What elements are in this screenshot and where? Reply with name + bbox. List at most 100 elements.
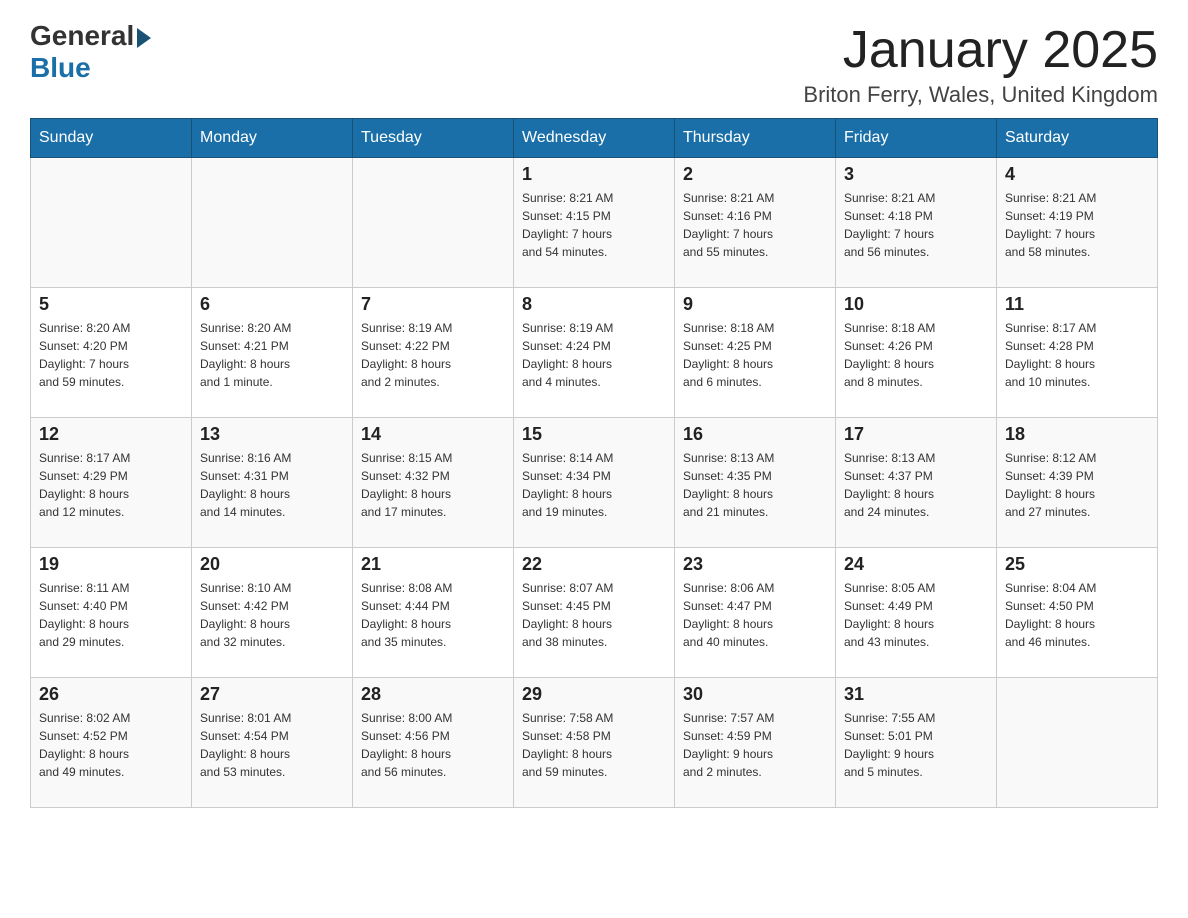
day-info: Sunrise: 8:21 AM Sunset: 4:15 PM Dayligh… — [522, 189, 666, 261]
calendar-cell: 17 Sunrise: 8:13 AM Sunset: 4:37 PM Dayli… — [836, 418, 997, 548]
calendar-cell: 11 Sunrise: 8:17 AM Sunset: 4:28 PM Dayli… — [997, 288, 1158, 418]
calendar-header: SundayMondayTuesdayWednesdayThursdayFrid… — [31, 119, 1158, 158]
calendar-cell: 20 Sunrise: 8:10 AM Sunset: 4:42 PM Dayli… — [192, 548, 353, 678]
day-number: 26 — [39, 684, 183, 705]
day-info: Sunrise: 8:10 AM Sunset: 4:42 PM Dayligh… — [200, 579, 344, 651]
day-number: 13 — [200, 424, 344, 445]
day-number: 11 — [1005, 294, 1149, 315]
day-info: Sunrise: 8:17 AM Sunset: 4:29 PM Dayligh… — [39, 449, 183, 521]
day-number: 23 — [683, 554, 827, 575]
logo: General Blue — [30, 20, 151, 84]
day-number: 16 — [683, 424, 827, 445]
calendar-body: 1Sunrise: 8:21 AM Sunset: 4:15 PM Daylig… — [31, 158, 1158, 808]
day-number: 3 — [844, 164, 988, 185]
day-info: Sunrise: 7:58 AM Sunset: 4:58 PM Dayligh… — [522, 709, 666, 781]
day-number: 18 — [1005, 424, 1149, 445]
day-info: Sunrise: 8:18 AM Sunset: 4:26 PM Dayligh… — [844, 319, 988, 391]
calendar-cell: 24 Sunrise: 8:05 AM Sunset: 4:49 PM Dayli… — [836, 548, 997, 678]
header-day-friday: Friday — [836, 119, 997, 158]
calendar-cell: 19 Sunrise: 8:11 AM Sunset: 4:40 PM Dayli… — [31, 548, 192, 678]
day-info: Sunrise: 8:19 AM Sunset: 4:22 PM Dayligh… — [361, 319, 505, 391]
calendar-cell — [353, 158, 514, 288]
calendar-cell: 4 Sunrise: 8:21 AM Sunset: 4:19 PM Daylig… — [997, 158, 1158, 288]
day-info: Sunrise: 8:14 AM Sunset: 4:34 PM Dayligh… — [522, 449, 666, 521]
calendar-cell: 21 Sunrise: 8:08 AM Sunset: 4:44 PM Dayli… — [353, 548, 514, 678]
calendar-cell: 18Sunrise: 8:12 AM Sunset: 4:39 PM Dayli… — [997, 418, 1158, 548]
calendar-cell: 1Sunrise: 8:21 AM Sunset: 4:15 PM Daylig… — [514, 158, 675, 288]
day-info: Sunrise: 8:21 AM Sunset: 4:18 PM Dayligh… — [844, 189, 988, 261]
day-number: 21 — [361, 554, 505, 575]
calendar-cell: 23 Sunrise: 8:06 AM Sunset: 4:47 PM Dayli… — [675, 548, 836, 678]
calendar-week-4: 19 Sunrise: 8:11 AM Sunset: 4:40 PM Dayli… — [31, 548, 1158, 678]
day-info: Sunrise: 8:21 AM Sunset: 4:19 PM Dayligh… — [1005, 189, 1149, 261]
day-number: 15 — [522, 424, 666, 445]
day-info: Sunrise: 8:07 AM Sunset: 4:45 PM Dayligh… — [522, 579, 666, 651]
day-number: 22 — [522, 554, 666, 575]
day-info: Sunrise: 8:08 AM Sunset: 4:44 PM Dayligh… — [361, 579, 505, 651]
calendar-cell: 31 Sunrise: 7:55 AM Sunset: 5:01 PM Dayli… — [836, 678, 997, 808]
calendar-cell: 30Sunrise: 7:57 AM Sunset: 4:59 PM Dayli… — [675, 678, 836, 808]
calendar-cell: 12Sunrise: 8:17 AM Sunset: 4:29 PM Dayli… — [31, 418, 192, 548]
day-info: Sunrise: 8:13 AM Sunset: 4:35 PM Dayligh… — [683, 449, 827, 521]
day-number: 4 — [1005, 164, 1149, 185]
day-info: Sunrise: 8:17 AM Sunset: 4:28 PM Dayligh… — [1005, 319, 1149, 391]
calendar-cell: 29 Sunrise: 7:58 AM Sunset: 4:58 PM Dayli… — [514, 678, 675, 808]
title-section: January 2025 Briton Ferry, Wales, United… — [803, 20, 1158, 108]
day-number: 7 — [361, 294, 505, 315]
day-number: 2 — [683, 164, 827, 185]
header-day-sunday: Sunday — [31, 119, 192, 158]
calendar-cell: 28Sunrise: 8:00 AM Sunset: 4:56 PM Dayli… — [353, 678, 514, 808]
calendar-cell: 13 Sunrise: 8:16 AM Sunset: 4:31 PM Dayli… — [192, 418, 353, 548]
day-number: 31 — [844, 684, 988, 705]
day-info: Sunrise: 8:04 AM Sunset: 4:50 PM Dayligh… — [1005, 579, 1149, 651]
calendar-cell: 8Sunrise: 8:19 AM Sunset: 4:24 PM Daylig… — [514, 288, 675, 418]
calendar-week-2: 5Sunrise: 8:20 AM Sunset: 4:20 PM Daylig… — [31, 288, 1158, 418]
calendar-week-1: 1Sunrise: 8:21 AM Sunset: 4:15 PM Daylig… — [31, 158, 1158, 288]
day-number: 27 — [200, 684, 344, 705]
day-info: Sunrise: 8:21 AM Sunset: 4:16 PM Dayligh… — [683, 189, 827, 261]
calendar-cell: 5Sunrise: 8:20 AM Sunset: 4:20 PM Daylig… — [31, 288, 192, 418]
day-info: Sunrise: 8:16 AM Sunset: 4:31 PM Dayligh… — [200, 449, 344, 521]
day-number: 8 — [522, 294, 666, 315]
calendar-cell — [192, 158, 353, 288]
day-number: 5 — [39, 294, 183, 315]
calendar-cell: 16 Sunrise: 8:13 AM Sunset: 4:35 PM Dayli… — [675, 418, 836, 548]
calendar-cell: 15 Sunrise: 8:14 AM Sunset: 4:34 PM Dayli… — [514, 418, 675, 548]
day-number: 29 — [522, 684, 666, 705]
calendar-cell — [31, 158, 192, 288]
calendar-cell: 10Sunrise: 8:18 AM Sunset: 4:26 PM Dayli… — [836, 288, 997, 418]
day-info: Sunrise: 7:57 AM Sunset: 4:59 PM Dayligh… — [683, 709, 827, 781]
day-info: Sunrise: 8:11 AM Sunset: 4:40 PM Dayligh… — [39, 579, 183, 651]
day-info: Sunrise: 7:55 AM Sunset: 5:01 PM Dayligh… — [844, 709, 988, 781]
day-info: Sunrise: 8:00 AM Sunset: 4:56 PM Dayligh… — [361, 709, 505, 781]
day-number: 6 — [200, 294, 344, 315]
logo-blue-text: Blue — [30, 52, 91, 84]
day-info: Sunrise: 8:06 AM Sunset: 4:47 PM Dayligh… — [683, 579, 827, 651]
day-number: 14 — [361, 424, 505, 445]
calendar-cell: 25 Sunrise: 8:04 AM Sunset: 4:50 PM Dayli… — [997, 548, 1158, 678]
calendar-cell: 7 Sunrise: 8:19 AM Sunset: 4:22 PM Daylig… — [353, 288, 514, 418]
calendar-table: SundayMondayTuesdayWednesdayThursdayFrid… — [30, 118, 1158, 808]
day-info: Sunrise: 8:15 AM Sunset: 4:32 PM Dayligh… — [361, 449, 505, 521]
day-number: 17 — [844, 424, 988, 445]
header-day-saturday: Saturday — [997, 119, 1158, 158]
day-number: 24 — [844, 554, 988, 575]
calendar-cell: 14 Sunrise: 8:15 AM Sunset: 4:32 PM Dayli… — [353, 418, 514, 548]
header-day-thursday: Thursday — [675, 119, 836, 158]
day-number: 20 — [200, 554, 344, 575]
day-info: Sunrise: 8:20 AM Sunset: 4:21 PM Dayligh… — [200, 319, 344, 391]
calendar-cell: 22 Sunrise: 8:07 AM Sunset: 4:45 PM Dayli… — [514, 548, 675, 678]
day-info: Sunrise: 8:13 AM Sunset: 4:37 PM Dayligh… — [844, 449, 988, 521]
day-info: Sunrise: 8:02 AM Sunset: 4:52 PM Dayligh… — [39, 709, 183, 781]
calendar-week-3: 12Sunrise: 8:17 AM Sunset: 4:29 PM Dayli… — [31, 418, 1158, 548]
day-info: Sunrise: 8:18 AM Sunset: 4:25 PM Dayligh… — [683, 319, 827, 391]
day-number: 25 — [1005, 554, 1149, 575]
day-info: Sunrise: 8:05 AM Sunset: 4:49 PM Dayligh… — [844, 579, 988, 651]
day-number: 9 — [683, 294, 827, 315]
calendar-cell: 2 Sunrise: 8:21 AM Sunset: 4:16 PM Daylig… — [675, 158, 836, 288]
calendar-cell: 27Sunrise: 8:01 AM Sunset: 4:54 PM Dayli… — [192, 678, 353, 808]
calendar-cell: 9 Sunrise: 8:18 AM Sunset: 4:25 PM Daylig… — [675, 288, 836, 418]
header-day-monday: Monday — [192, 119, 353, 158]
day-number: 19 — [39, 554, 183, 575]
calendar-subtitle: Briton Ferry, Wales, United Kingdom — [803, 82, 1158, 108]
